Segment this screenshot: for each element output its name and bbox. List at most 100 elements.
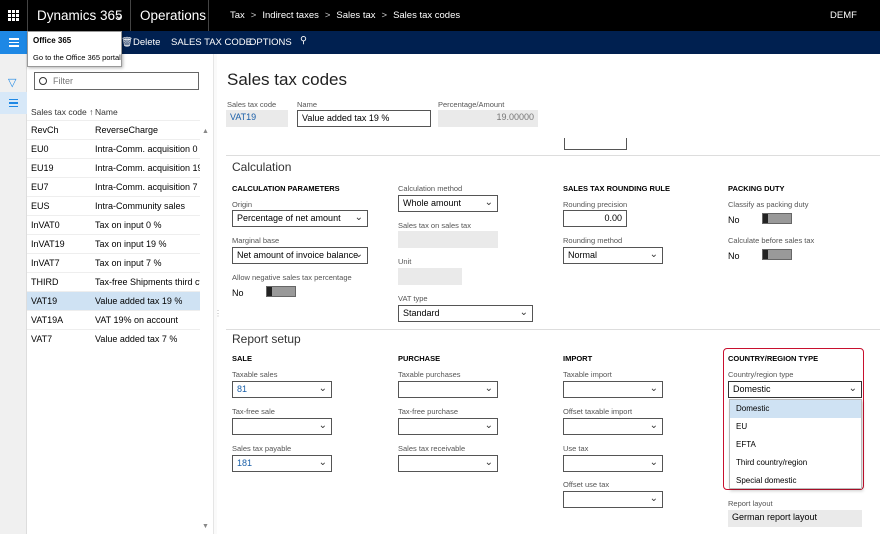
office-365-portal-link[interactable]: Go to the Office 365 portal <box>33 53 121 62</box>
list-item-selected[interactable]: VAT19 Value added tax 19 % <box>27 291 200 310</box>
vat-type-dropdown[interactable]: Standard ⌄ <box>398 305 533 322</box>
top-nav-bar: Dynamics 365 ⌄ Operations Tax > Indirect… <box>0 0 880 31</box>
chevron-down-icon[interactable]: ⌄ <box>114 8 124 22</box>
tab-sales-tax-code[interactable]: SALES TAX CODE <box>171 37 252 48</box>
hamburger-menu-icon[interactable] <box>0 31 27 54</box>
taxable-import-dropdown[interactable]: ⌄ <box>563 381 663 398</box>
group-header: SALES TAX ROUNDING RULE <box>563 184 670 193</box>
scroll-up-icon[interactable]: ▲ <box>202 128 209 135</box>
sales-tax-code-field[interactable]: VAT19 <box>226 110 288 127</box>
breadcrumb-item[interactable]: Sales tax codes <box>393 10 460 21</box>
list-item[interactable]: InVAT0 Tax on input 0 % <box>27 215 200 234</box>
option-third-country[interactable]: Third country/region <box>730 454 861 472</box>
marginal-base-dropdown[interactable]: Net amount of invoice balance ⌄ <box>232 247 368 264</box>
field-label: Classify as packing duty <box>728 200 809 209</box>
field-label: Rounding method <box>563 236 623 245</box>
brand-title[interactable]: Dynamics 365 <box>37 8 123 23</box>
chevron-down-icon: ⌄ <box>318 457 327 468</box>
option-special-domestic[interactable]: Special domestic <box>730 472 861 490</box>
list-item[interactable]: RevCh ReverseCharge <box>27 120 200 139</box>
calculation-method-dropdown[interactable]: Whole amount ⌄ <box>398 195 498 212</box>
report-layout-field[interactable]: German report layout <box>728 510 862 527</box>
field-label: Calculation method <box>398 184 463 193</box>
divider <box>27 0 28 31</box>
list-item[interactable]: InVAT19 Tax on input 19 % <box>27 234 200 253</box>
scroll-down-icon[interactable]: ▼ <box>202 523 209 530</box>
list-item[interactable]: THIRD Tax-free Shipments third ctr <box>27 272 200 291</box>
tax-free-purchase-dropdown[interactable]: ⌄ <box>398 418 498 435</box>
office-365-popup: Office 365 Go to the Office 365 portal <box>27 31 122 67</box>
field-label: Taxable import <box>563 370 612 379</box>
breadcrumb-item[interactable]: Sales tax <box>336 10 375 21</box>
breadcrumb-item[interactable]: Indirect taxes <box>262 10 319 21</box>
allow-negative-toggle[interactable] <box>266 286 296 297</box>
breadcrumb: Tax > Indirect taxes > Sales tax > Sales… <box>230 10 460 21</box>
breadcrumb-item[interactable]: Tax <box>230 10 245 21</box>
section-report-setup-title[interactable]: Report setup <box>232 332 301 346</box>
field-label: Taxable purchases <box>398 370 461 379</box>
rounding-method-dropdown[interactable]: Normal ⌄ <box>563 247 663 264</box>
list-item[interactable]: EU0 Intra-Comm. acquisition 0 % <box>27 139 200 158</box>
pane-splitter[interactable]: ⋮ <box>213 54 222 534</box>
percentage-field[interactable]: 19.00000 <box>438 110 538 127</box>
company-picker[interactable]: DEMF <box>830 10 857 21</box>
offset-taxable-import-dropdown[interactable]: ⌄ <box>563 418 663 435</box>
taxable-sales-dropdown[interactable]: 81 ⌄ <box>232 381 332 398</box>
chevron-right-icon: > <box>324 10 331 21</box>
group-header: CALCULATION PARAMETERS <box>232 184 340 193</box>
search-icon[interactable]: ⚲ <box>300 35 307 46</box>
field-label: Origin <box>232 200 253 209</box>
app-launcher-icon[interactable] <box>0 0 27 31</box>
column-header-code[interactable]: Sales tax code ↑ <box>31 107 93 117</box>
tax-free-sale-dropdown[interactable]: ⌄ <box>232 418 332 435</box>
divider <box>226 329 880 330</box>
filter-input[interactable] <box>53 76 173 86</box>
column-header-name[interactable]: Name <box>95 107 118 117</box>
chevron-down-icon: ⌄ <box>484 420 493 431</box>
list-item[interactable]: InVAT7 Tax on input 7 % <box>27 253 200 272</box>
origin-dropdown[interactable]: Percentage of net amount ⌄ <box>232 210 368 227</box>
group-header: IMPORT <box>563 354 593 363</box>
delete-icon[interactable]: 🗑 <box>121 37 133 48</box>
list-item[interactable]: EUS Intra-Community sales <box>27 196 200 215</box>
divider <box>208 0 209 31</box>
delete-button[interactable]: Delete <box>133 37 160 48</box>
list-item[interactable]: VAT19A VAT 19% on account <box>27 310 200 329</box>
calculate-before-toggle[interactable] <box>762 249 792 260</box>
option-efta[interactable]: EFTA <box>730 436 861 454</box>
page-title: Sales tax codes <box>227 70 348 89</box>
field-label: Name <box>297 100 318 109</box>
packing-duty-toggle[interactable] <box>762 213 792 224</box>
offset-use-tax-dropdown[interactable]: ⌄ <box>563 491 663 508</box>
popup-title: Office 365 <box>33 36 72 45</box>
list-item[interactable]: EU19 Intra-Comm. acquisition 19 <box>27 158 200 177</box>
chevron-down-icon: ⌄ <box>649 457 658 468</box>
name-field[interactable]: Value added tax 19 % <box>297 110 431 127</box>
field-label: Marginal base <box>232 236 280 245</box>
field-label: Calculate before sales tax <box>728 236 815 245</box>
field-label: VAT type <box>398 294 428 303</box>
list-view-icon[interactable] <box>0 92 27 114</box>
country-region-type-options: Domestic EU EFTA Third country/region Sp… <box>729 399 862 489</box>
field-label: Rounding precision <box>563 200 628 209</box>
sales-tax-receivable-dropdown[interactable]: ⌄ <box>398 455 498 472</box>
sales-tax-on-sales-tax-field[interactable] <box>398 231 498 248</box>
option-eu[interactable]: EU <box>730 418 861 436</box>
list-item[interactable]: EU7 Intra-Comm. acquisition 7 % <box>27 177 200 196</box>
tab-options[interactable]: OPTIONS <box>249 37 292 48</box>
app-name[interactable]: Operations <box>140 8 206 23</box>
option-domestic[interactable]: Domestic <box>730 400 861 418</box>
use-tax-dropdown[interactable]: ⌄ <box>563 455 663 472</box>
list-scrollbar[interactable]: ▲ ▼ <box>200 126 210 534</box>
group-header: PURCHASE <box>398 354 441 363</box>
field-label: Percentage/Amount <box>438 100 505 109</box>
section-calculation-title[interactable]: Calculation <box>232 160 291 174</box>
filter-icon[interactable]: ▽ <box>8 76 16 89</box>
list-item[interactable]: VAT7 Value added tax 7 % <box>27 329 200 348</box>
rounding-precision-field[interactable]: 0.00 <box>563 210 627 227</box>
field-label: Offset use tax <box>563 480 610 489</box>
chevron-down-icon: ⌄ <box>354 212 363 223</box>
unit-field[interactable] <box>398 268 462 285</box>
taxable-purchases-dropdown[interactable]: ⌄ <box>398 381 498 398</box>
sales-tax-payable-dropdown[interactable]: 181 ⌄ <box>232 455 332 472</box>
